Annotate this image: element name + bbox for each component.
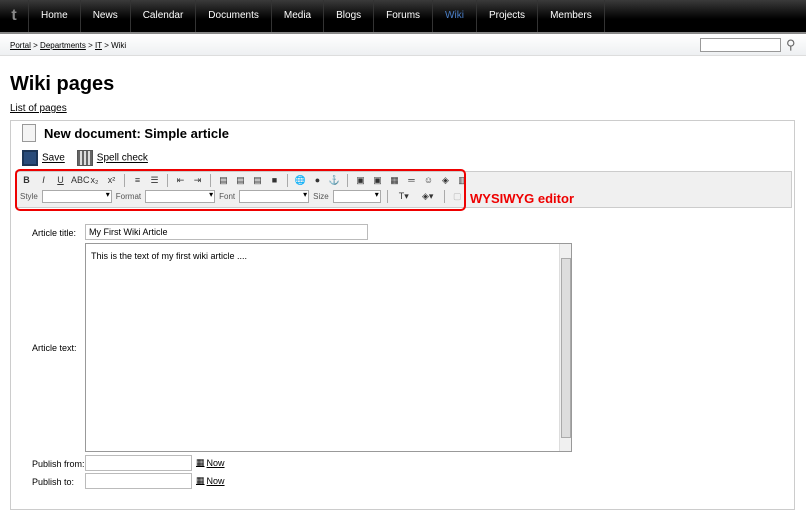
search-icon[interactable]: ⚲ (786, 37, 796, 53)
now-link[interactable]: Now (207, 476, 225, 486)
breadcrumb-sep: > (88, 41, 93, 50)
article-text-area[interactable]: This is the text of my first wiki articl… (85, 243, 572, 452)
wysiwyg-highlight (15, 169, 466, 211)
spellcheck-label: Spell check (96, 152, 148, 164)
logo-icon[interactable]: t (0, 7, 28, 25)
save-button[interactable]: Save (22, 150, 65, 166)
article-title-input[interactable] (85, 224, 368, 240)
document-icon (22, 124, 36, 142)
breadcrumb: Portal > Departments > IT > Wiki (0, 34, 806, 56)
nav-documents[interactable]: Documents (196, 0, 272, 32)
spellcheck-icon (76, 150, 93, 166)
document-title: New document: Simple article (44, 125, 229, 141)
nav-media[interactable]: Media (272, 0, 325, 32)
breadcrumb-sep: > (104, 41, 109, 50)
publish-to-input[interactable] (85, 473, 192, 489)
nav-projects[interactable]: Projects (477, 0, 539, 32)
publish-from-input[interactable] (85, 455, 192, 471)
publish-from-now[interactable]: ▦ Now (196, 457, 225, 468)
top-nav: t Home News Calendar Documents Media Blo… (0, 0, 806, 32)
nav-calendar[interactable]: Calendar (131, 0, 197, 32)
calendar-icon[interactable]: ▦ (196, 457, 205, 468)
save-label: Save (42, 152, 65, 164)
search-input[interactable] (700, 38, 781, 52)
nav-blogs[interactable]: Blogs (324, 0, 375, 32)
action-bar: Save Spell check (22, 150, 148, 166)
publish-to-label: Publish to: (32, 477, 75, 487)
breadcrumb-sep: > (33, 41, 38, 50)
list-of-pages-link[interactable]: List of pages (10, 103, 67, 114)
calendar-icon[interactable]: ▦ (196, 475, 205, 486)
article-title-label: Article title: (32, 228, 77, 238)
page-title: Wiki pages (10, 73, 115, 95)
breadcrumb-it[interactable]: IT (95, 41, 102, 50)
wysiwyg-annotation: WYSIWYG editor (470, 191, 574, 206)
scrollbar-thumb[interactable] (561, 258, 571, 438)
nav-members[interactable]: Members (538, 0, 605, 32)
scrollbar[interactable] (559, 244, 571, 451)
article-text: This is the text of my first wiki articl… (91, 251, 248, 261)
breadcrumb-wiki: Wiki (111, 41, 127, 50)
now-link[interactable]: Now (207, 458, 225, 468)
nav-forums[interactable]: Forums (374, 0, 434, 32)
breadcrumb-portal[interactable]: Portal (10, 41, 31, 50)
nav-news[interactable]: News (81, 0, 131, 32)
spellcheck-button[interactable]: Spell check (76, 150, 148, 166)
save-icon (22, 150, 38, 166)
publish-to-now[interactable]: ▦ Now (196, 475, 225, 486)
article-text-label: Article text: (32, 343, 77, 353)
breadcrumb-departments[interactable]: Departments (40, 41, 86, 50)
nav-wiki[interactable]: Wiki (433, 0, 477, 32)
document-header: New document: Simple article (22, 124, 229, 142)
nav-home[interactable]: Home (28, 0, 81, 32)
publish-from-label: Publish from: (32, 459, 85, 469)
